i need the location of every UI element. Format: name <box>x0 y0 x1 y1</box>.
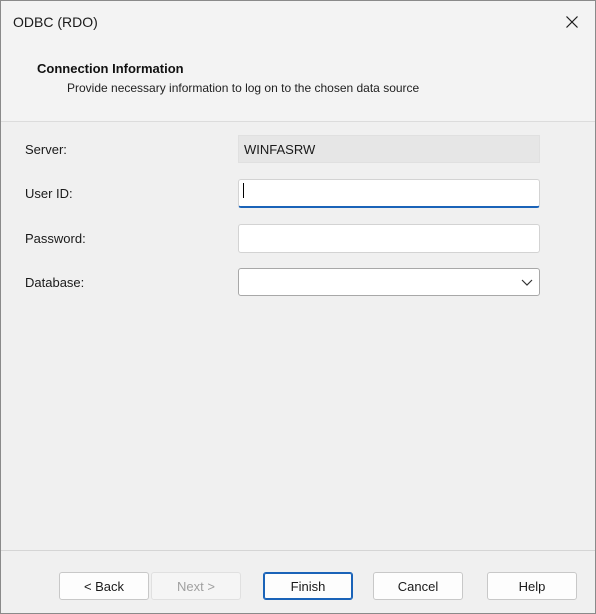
odbc-dialog: ODBC (RDO) Connection Information Provid… <box>0 0 596 614</box>
wizard-header: Connection Information Provide necessary… <box>1 43 595 122</box>
finish-button[interactable]: Finish <box>263 572 353 600</box>
next-button[interactable]: Next > <box>151 572 241 600</box>
header-title: Connection Information <box>37 61 184 76</box>
server-field: WINFASRW <box>238 135 540 163</box>
cancel-button[interactable]: Cancel <box>373 572 463 600</box>
close-button[interactable] <box>549 1 595 43</box>
password-input[interactable] <box>238 224 540 253</box>
window-title: ODBC (RDO) <box>13 14 98 30</box>
close-icon <box>566 16 578 28</box>
server-label: Server: <box>25 142 67 157</box>
chevron-down-icon <box>521 279 533 286</box>
database-label: Database: <box>25 275 85 290</box>
header-subtitle: Provide necessary information to log on … <box>67 81 420 95</box>
help-button[interactable]: Help <box>487 572 577 600</box>
title-bar[interactable]: ODBC (RDO) <box>1 1 595 43</box>
user-id-label: User ID: <box>25 186 73 201</box>
user-id-input[interactable] <box>238 179 540 208</box>
password-label: Password: <box>25 231 86 246</box>
back-button[interactable]: < Back <box>59 572 149 600</box>
wizard-footer: < Back Next > Finish Cancel Help <box>1 551 595 613</box>
text-caret <box>243 183 244 198</box>
server-value: WINFASRW <box>244 142 316 157</box>
database-select[interactable] <box>238 268 540 296</box>
